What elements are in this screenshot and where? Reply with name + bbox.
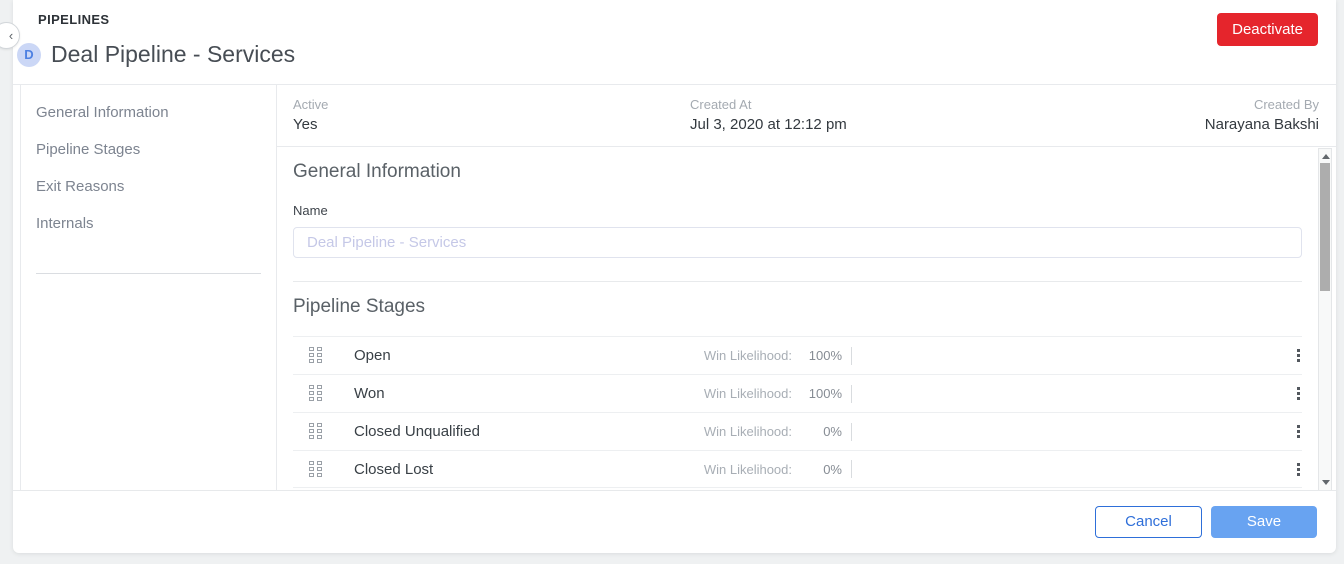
kebab-menu-icon[interactable] (1296, 462, 1300, 476)
meta-label: Created By (1253, 97, 1319, 112)
sidebar-item-internals[interactable]: Internals (36, 215, 276, 252)
meta-value: Yes (293, 116, 318, 133)
stage-name: Won (354, 385, 385, 402)
win-likelihood-value[interactable]: 0% (792, 462, 842, 477)
main-panel: Active Yes Created At Jul 3, 2020 at 12:… (277, 85, 1336, 490)
sidebar: General Information Pipeline Stages Exit… (20, 85, 277, 490)
page-header: ‹ PIPELINES D Deal Pipeline - Services D… (0, 0, 1336, 84)
chevron-left-icon: ‹ (8, 28, 14, 43)
scrollbar-thumb[interactable] (1320, 163, 1330, 291)
cancel-button[interactable]: Cancel (1095, 505, 1202, 538)
body: General Information Pipeline Stages Exit… (13, 84, 1336, 490)
pipeline-detail-card: ‹ PIPELINES D Deal Pipeline - Services D… (0, 0, 1336, 553)
stage-row-closed-lost: Closed Lost Win Likelihood: 0% (293, 450, 1302, 488)
scroll-up-arrow-icon[interactable] (1322, 154, 1330, 159)
win-likelihood-divider (851, 460, 852, 478)
scroll-down-arrow-icon[interactable] (1322, 480, 1330, 485)
kebab-menu-icon[interactable] (1296, 387, 1300, 400)
pipeline-avatar: D (17, 42, 41, 67)
section-divider (293, 281, 1302, 282)
win-likelihood-label: Win Likelihood: (703, 461, 792, 477)
deactivate-button[interactable]: Deactivate (1217, 13, 1318, 46)
breadcrumb[interactable]: PIPELINES (38, 12, 110, 27)
win-likelihood-value[interactable]: 0% (792, 424, 842, 439)
kebab-menu-icon[interactable] (1296, 349, 1300, 362)
meta-value: Narayana Bakshi (1204, 116, 1319, 133)
meta-field-active: Active Yes (277, 97, 690, 146)
sidebar-divider (36, 273, 261, 274)
stage-name: Closed Lost (354, 460, 434, 478)
sidebar-item-general-information[interactable]: General Information (36, 104, 276, 141)
pipeline-name-input[interactable] (293, 227, 1302, 258)
win-likelihood-value[interactable]: 100% (792, 348, 842, 363)
stage-list: Open Win Likelihood: 100% Won Win Likeli… (293, 336, 1302, 488)
win-likelihood-divider (851, 346, 852, 365)
title-row: D Deal Pipeline - Services (17, 41, 295, 68)
drag-handle-icon[interactable] (309, 460, 322, 478)
win-likelihood-label: Win Likelihood: (703, 386, 792, 401)
meta-label: Active (293, 97, 329, 112)
win-likelihood-value[interactable]: 100% (792, 386, 842, 401)
stage-row-closed-unqualified: Closed Unqualified Win Likelihood: 0% (293, 412, 1302, 450)
name-field-label: Name (293, 203, 328, 218)
meta-value: Jul 3, 2020 at 12:12 pm (690, 116, 847, 133)
drag-handle-icon[interactable] (309, 385, 322, 402)
meta-label: Created At (690, 97, 752, 112)
meta-field-created-at: Created At Jul 3, 2020 at 12:12 pm (690, 97, 1005, 146)
meta-bar: Active Yes Created At Jul 3, 2020 at 12:… (277, 85, 1336, 147)
sidebar-item-exit-reasons[interactable]: Exit Reasons (36, 178, 276, 215)
win-likelihood-divider (851, 384, 852, 403)
form-scroll-area[interactable]: General Information Name Pipeline Stages… (277, 147, 1336, 490)
meta-field-created-by: Created By Narayana Bakshi (1005, 97, 1337, 146)
drag-handle-icon[interactable] (309, 347, 322, 364)
section-title-pipeline-stages: Pipeline Stages (293, 296, 426, 317)
win-likelihood-label: Win Likelihood: (703, 424, 792, 439)
section-title-general-information: General Information (293, 161, 461, 182)
stage-row-open: Open Win Likelihood: 100% (293, 336, 1302, 374)
drag-handle-icon[interactable] (309, 423, 322, 440)
stage-name: Closed Unqualified (354, 423, 480, 440)
win-likelihood-divider (851, 422, 852, 441)
page-title: Deal Pipeline - Services (51, 41, 296, 67)
footer-action-bar: Cancel Save (13, 490, 1336, 552)
sidebar-item-pipeline-stages[interactable]: Pipeline Stages (36, 141, 276, 178)
kebab-menu-icon[interactable] (1296, 425, 1300, 438)
save-button[interactable]: Save (1211, 505, 1317, 538)
stage-name: Open (354, 347, 391, 364)
vertical-scrollbar[interactable] (1318, 148, 1332, 490)
stage-row-won: Won Win Likelihood: 100% (293, 374, 1302, 412)
win-likelihood-label: Win Likelihood: (703, 348, 792, 363)
